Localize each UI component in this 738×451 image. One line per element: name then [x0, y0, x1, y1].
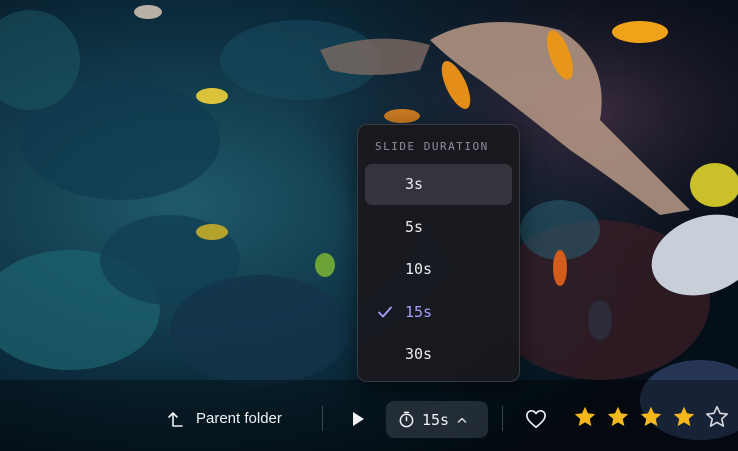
star-icon[interactable] — [671, 404, 697, 430]
chevron-up-icon — [457, 417, 467, 423]
parent-folder-label: Parent folder — [196, 410, 282, 427]
duration-option-10s[interactable]: 10s — [365, 249, 512, 290]
option-label: 3s — [405, 175, 424, 193]
arrow-up-left-icon — [168, 411, 183, 427]
favorite-button[interactable] — [523, 406, 548, 431]
timer-icon — [399, 411, 414, 428]
duration-option-5s[interactable]: 5s — [365, 207, 512, 248]
option-label: 10s — [405, 260, 433, 278]
menu-header: SLIDE DURATION — [375, 140, 489, 153]
option-label: 5s — [405, 218, 424, 236]
play-button[interactable] — [346, 407, 370, 431]
slide-duration-button[interactable]: 15s — [386, 401, 488, 438]
duration-option-15s[interactable]: 15s — [365, 292, 512, 333]
duration-value: 15s — [422, 410, 450, 429]
toolbar-divider — [502, 406, 503, 431]
toolbar-divider — [322, 406, 323, 431]
star-outline-icon[interactable] — [704, 404, 730, 430]
checkmark-icon — [378, 306, 392, 318]
option-label: 15s — [405, 303, 433, 321]
option-label: 30s — [405, 345, 433, 363]
star-rating — [572, 404, 730, 430]
slide-duration-menu: SLIDE DURATION 3s 5s 10s 15s 30s — [357, 124, 520, 382]
star-icon[interactable] — [572, 404, 598, 430]
star-icon[interactable] — [605, 404, 631, 430]
parent-folder-button[interactable]: Parent folder — [166, 396, 282, 441]
duration-option-30s[interactable]: 30s — [365, 334, 512, 375]
heart-icon — [525, 409, 546, 428]
bottom-toolbar: Parent folder 15s — [0, 396, 738, 441]
star-icon[interactable] — [638, 404, 664, 430]
duration-option-3s[interactable]: 3s — [365, 164, 512, 205]
play-icon — [353, 412, 364, 426]
